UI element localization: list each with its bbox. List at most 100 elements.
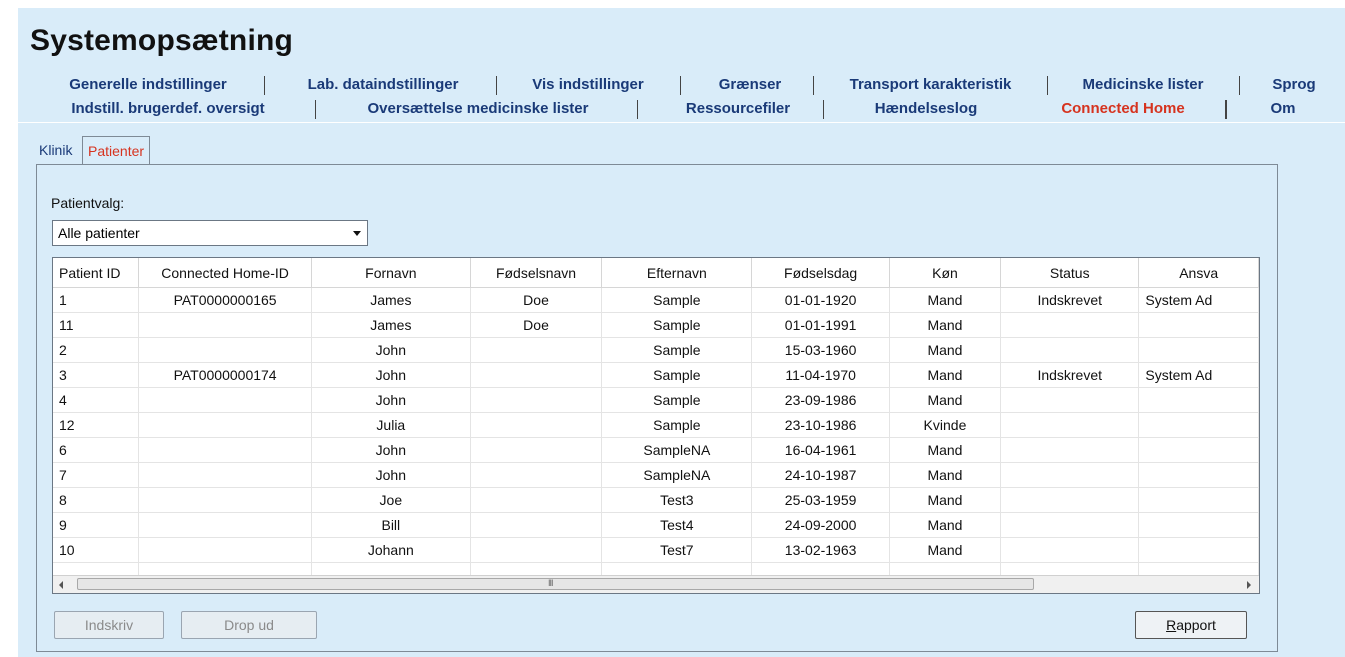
table-cell [470, 512, 603, 538]
patient-select-value: Alle patienter [58, 225, 140, 241]
scrollbar-thumb[interactable]: III [77, 578, 1034, 590]
table-cell: Indskrevet [1000, 362, 1140, 388]
page-title: Systemopsætning [30, 24, 294, 57]
table-cell: Sample [601, 312, 753, 338]
patients-panel: Patientvalg: Alle patienter Patient ID C… [36, 164, 1278, 652]
table-row[interactable]: 8 Joe Test3 25-03-1959 Mand [53, 487, 1259, 513]
table-row[interactable]: 9 Bill Test4 24-09-2000 Mand [53, 512, 1259, 538]
table-row[interactable]: 12 Julia Sample 23-10-1986 Kvinde [53, 412, 1259, 438]
report-button-label: apport [1176, 617, 1216, 633]
table-cell: Joe [311, 487, 471, 513]
tab-separator [813, 76, 814, 95]
table-row[interactable]: 10 Johann Test7 13-02-1963 Mand [53, 537, 1259, 563]
table-cell: Doe [470, 287, 603, 313]
table-cell: Johann [311, 537, 471, 563]
tab-haendelseslog[interactable]: Hændelseslog [836, 97, 1016, 121]
tab-graenser[interactable]: Grænser [690, 73, 810, 97]
tab-om[interactable]: Om [1248, 97, 1318, 121]
table-cell: Test4 [601, 512, 753, 538]
table-cell: 6 [53, 437, 140, 463]
table-cell: 24-09-2000 [751, 512, 890, 538]
table-cell [1138, 312, 1259, 338]
table-cell: Mand [889, 337, 1002, 363]
table-cell: 25-03-1959 [751, 487, 890, 513]
scroll-right-icon[interactable] [1247, 581, 1251, 589]
tab-transport-karakteristik[interactable]: Transport karakteristik [828, 73, 1033, 97]
table-cell [1000, 487, 1140, 513]
scroll-left-icon[interactable] [59, 581, 63, 589]
table-cell [1000, 512, 1140, 538]
tab-vis-indstillinger[interactable]: Vis indstillinger [508, 73, 668, 97]
table-row[interactable]: 1 PAT0000000165 James Doe Sample 01-01-1920 Ma… [53, 287, 1259, 313]
tab-separator [637, 100, 638, 119]
column-header-ansvarlig[interactable]: Ansva [1138, 258, 1259, 288]
patient-select-label: Patientvalg: [51, 195, 125, 211]
tab-lab-dataindstillinger[interactable]: Lab. dataindstillinger [278, 73, 488, 97]
table-cell: Mand [889, 462, 1002, 488]
tab-indstill-brugerdef-oversigt[interactable]: Indstill. brugerdef. oversigt [48, 97, 288, 121]
sub-tab-patienter[interactable]: Patienter [82, 136, 151, 165]
enroll-button[interactable]: Indskriv [54, 611, 164, 639]
table-cell [1000, 312, 1140, 338]
tab-sprog[interactable]: Sprog [1254, 73, 1334, 97]
table-cell [1138, 537, 1259, 563]
table-row[interactable]: 3 PAT0000000174 John Sample 11-04-1970 Mand In… [53, 362, 1259, 388]
table-cell [1000, 437, 1140, 463]
table-cell: Sample [601, 412, 753, 438]
table-cell: Mand [889, 362, 1002, 388]
tab-separator [315, 100, 316, 119]
report-button[interactable]: Rapport [1135, 611, 1247, 639]
table-cell [470, 537, 603, 563]
table-cell: Sample [601, 387, 753, 413]
tab-ressourcefiler[interactable]: Ressourcefiler [653, 97, 823, 121]
tab-oversaettelse-medicinske-lister[interactable]: Oversættelse medicinske lister [323, 97, 633, 121]
table-row[interactable]: 4 John Sample 23-09-1986 Mand [53, 387, 1259, 413]
tab-medicinske-lister[interactable]: Medicinske lister [1058, 73, 1228, 97]
table-cell [1138, 387, 1259, 413]
table-cell: 7 [53, 462, 140, 488]
column-header-foedselsdag[interactable]: Fødselsdag [751, 258, 890, 288]
tab-connected-home[interactable]: Connected Home [1028, 97, 1218, 121]
column-header-koen[interactable]: Køn [889, 258, 1002, 288]
scrollbar-grip: III [548, 578, 553, 588]
chevron-down-icon [353, 231, 361, 236]
tab-row-2: Indstill. brugerdef. oversigt Oversættel… [18, 97, 1345, 121]
column-header-patient-id[interactable]: Patient ID [53, 258, 140, 288]
table-cell [138, 487, 312, 513]
table-cell: 3 [53, 362, 140, 388]
column-header-foedselsnavn[interactable]: Fødselsnavn [470, 258, 603, 288]
table-cell: 24-10-1987 [751, 462, 890, 488]
column-header-fornavn[interactable]: Fornavn [311, 258, 471, 288]
table-row[interactable]: 2 John Sample 15-03-1960 Mand [53, 337, 1259, 363]
table-cell [1138, 512, 1259, 538]
column-header-status[interactable]: Status [1000, 258, 1140, 288]
patients-table[interactable]: Patient ID Connected Home-ID Fornavn Fød… [52, 257, 1260, 594]
drop-out-button[interactable]: Drop ud [181, 611, 317, 639]
table-cell [138, 512, 312, 538]
table-cell [138, 537, 312, 563]
column-header-efternavn[interactable]: Efternavn [601, 258, 753, 288]
horizontal-scrollbar[interactable]: III [53, 575, 1259, 593]
table-cell: James [311, 287, 471, 313]
table-cell [470, 487, 603, 513]
table-row[interactable]: 11 James Doe Sample 01-01-1991 Mand [53, 312, 1259, 338]
table-cell: Mand [889, 487, 1002, 513]
table-cell: 1 [53, 287, 140, 313]
table-cell [138, 412, 312, 438]
table-cell: John [311, 362, 471, 388]
table-row[interactable]: 6 John SampleNA 16-04-1961 Mand [53, 437, 1259, 463]
table-cell [138, 462, 312, 488]
table-cell [1000, 537, 1140, 563]
table-cell [470, 337, 603, 363]
report-button-mnemonic: R [1166, 617, 1177, 633]
table-body: 1 PAT0000000165 James Doe Sample 01-01-1920 Ma… [53, 287, 1259, 588]
column-header-connected-home-id[interactable]: Connected Home-ID [138, 258, 312, 288]
tab-generelle-indstillinger[interactable]: Generelle indstillinger [48, 73, 248, 97]
sub-tab-klinik[interactable]: Klinik [34, 138, 77, 162]
settings-window: Systemopsætning Generelle indstillinger … [18, 8, 1345, 657]
patients-table-grid: Patient ID Connected Home-ID Fornavn Fød… [53, 258, 1259, 588]
patient-select-dropdown[interactable]: Alle patienter [52, 220, 368, 246]
table-row[interactable]: 7 John SampleNA 24-10-1987 Mand [53, 462, 1259, 488]
table-cell: 16-04-1961 [751, 437, 890, 463]
tab-separator [1225, 100, 1227, 119]
